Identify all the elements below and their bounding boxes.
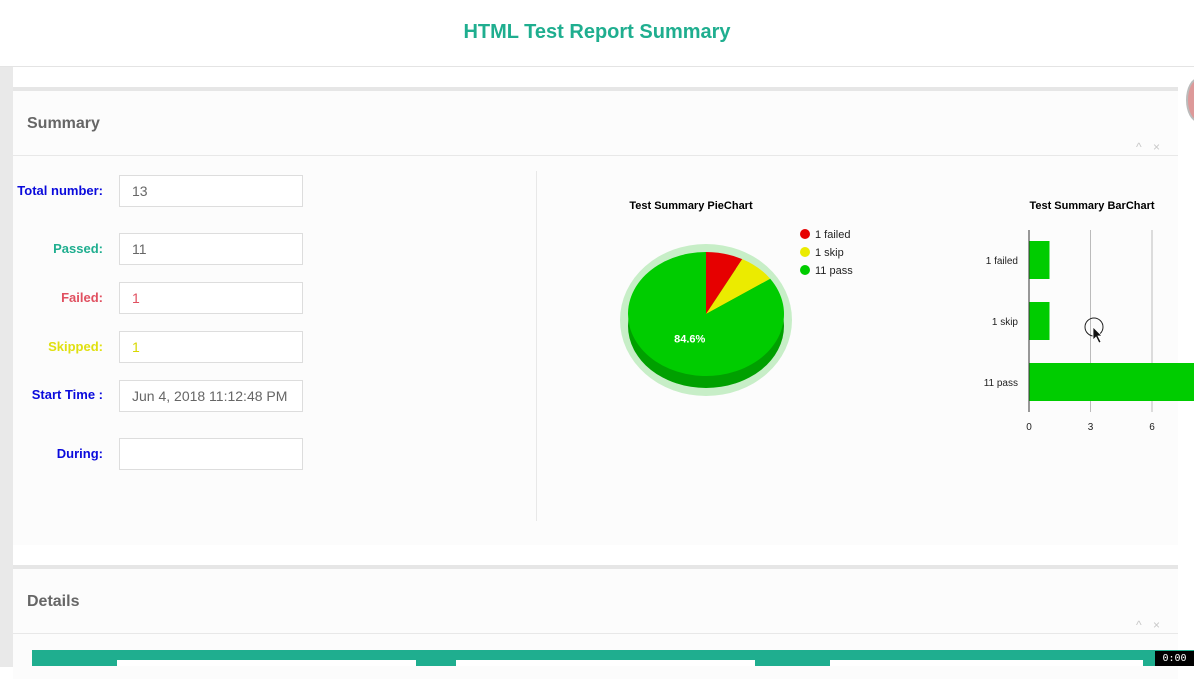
details-panel-title: Details (27, 593, 80, 610)
total-field[interactable]: 13 (119, 175, 303, 207)
x-tick-label: 0 (1026, 422, 1032, 433)
floating-button[interactable] (1186, 78, 1194, 122)
collapse-icon[interactable]: ^ (1136, 140, 1142, 154)
bar-1-failed[interactable] (1029, 241, 1050, 279)
during-field[interactable] (119, 438, 303, 470)
report-header: HTML Test Report Summary (0, 0, 1194, 67)
legend-marker (800, 247, 810, 257)
legend-marker (800, 229, 810, 239)
failed-label: Failed: (61, 290, 103, 305)
close-icon[interactable]: × (1153, 618, 1160, 632)
details-tab-3[interactable] (830, 660, 1143, 666)
legend-label: 1 skip (815, 247, 844, 259)
y-category-label: 1 skip (992, 317, 1019, 328)
details-tab-2[interactable] (456, 660, 755, 666)
bar-11-pass[interactable] (1029, 363, 1194, 401)
details-toolbar (32, 650, 1194, 666)
pie-data-label: 84.6% (674, 334, 705, 346)
panel-divider (536, 171, 537, 521)
video-timestamp: 0:00 (1155, 651, 1194, 666)
total-label: Total number: (17, 183, 103, 198)
x-tick-label: 6 (1149, 422, 1155, 433)
left-gutter (0, 67, 13, 667)
legend-marker (800, 265, 810, 275)
details-panel-controls: ^ × (1128, 618, 1160, 632)
failed-field[interactable]: 1 (119, 282, 303, 314)
bar-chart-title: Test Summary BarChart (1029, 200, 1154, 212)
close-icon[interactable]: × (1153, 140, 1160, 154)
bar-1-skip[interactable] (1029, 302, 1050, 340)
passed-field[interactable]: 11 (119, 233, 303, 265)
bar-chart: Test Summary BarChart 1 failed 1 skip 11 p… (984, 200, 1194, 433)
summary-panel-title: Summary (27, 115, 100, 132)
x-tick-label: 3 (1088, 422, 1094, 433)
y-category-label: 11 pass (984, 378, 1018, 389)
collapse-icon[interactable]: ^ (1136, 618, 1142, 632)
skipped-field[interactable]: 1 (119, 331, 303, 363)
during-label: During: (56, 446, 103, 461)
y-category-label: 1 failed (986, 256, 1018, 267)
details-panel-header: Details ^ × (13, 569, 1178, 634)
pie-chart-title: Test Summary PieChart (629, 200, 753, 212)
pie-chart: Test Summary PieChart 84.6% 1 failed 1 sk… (620, 200, 853, 396)
passed-label: Passed: (53, 241, 103, 256)
summary-panel-controls: ^ × (1128, 140, 1160, 154)
skipped-label: Skipped: (48, 339, 103, 354)
summary-panel-header: Summary ^ × (13, 91, 1178, 156)
mouse-cursor (1084, 317, 1104, 344)
page-title: HTML Test Report Summary (463, 21, 731, 43)
start-time-field[interactable]: Jun 4, 2018 11:12:48 PM (119, 380, 303, 412)
start-time-label: Start Time : (31, 387, 103, 402)
legend-label: 11 pass (815, 265, 853, 277)
legend-label: 1 failed (815, 229, 850, 241)
details-tab-1[interactable] (117, 660, 416, 666)
